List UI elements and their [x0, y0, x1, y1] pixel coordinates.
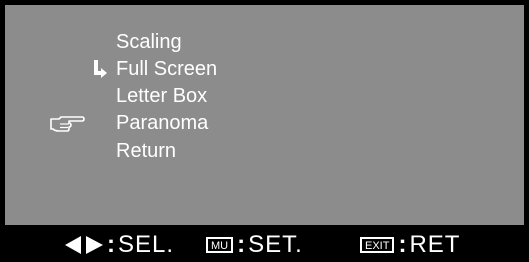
menu-item-scaling[interactable]: Scaling: [116, 29, 182, 55]
select-colon: :: [107, 231, 115, 258]
menu-key-icon: MU: [206, 237, 234, 253]
osd-menu-panel: Scaling Full Screen Letter Box Paranoma …: [5, 5, 524, 225]
set-hint: MU : SET.: [206, 228, 303, 262]
exit-key-icon: EXIT: [360, 237, 395, 253]
menu-item-full-screen[interactable]: Full Screen: [116, 56, 217, 82]
menu-item-return[interactable]: Return: [116, 138, 176, 164]
osd-screen: Scaling Full Screen Letter Box Paranoma …: [0, 0, 529, 262]
select-hint: : SEL.: [64, 228, 174, 262]
set-colon: :: [237, 231, 246, 258]
osd-status-bar: : SEL. MU : SET. EXIT : RET: [0, 228, 529, 262]
left-right-arrows-icon: [65, 236, 103, 254]
pointing-hand-icon: [50, 116, 85, 132]
menu-item-letter-box[interactable]: Letter Box: [116, 83, 207, 109]
return-hint: EXIT : RET: [360, 228, 460, 262]
return-label: RET: [409, 231, 461, 258]
return-colon: :: [398, 231, 407, 258]
return-arrow-icon: [94, 60, 107, 78]
select-label: SEL.: [118, 231, 175, 258]
set-label: SET.: [248, 231, 303, 258]
menu-item-paranoma[interactable]: Paranoma: [116, 110, 208, 136]
